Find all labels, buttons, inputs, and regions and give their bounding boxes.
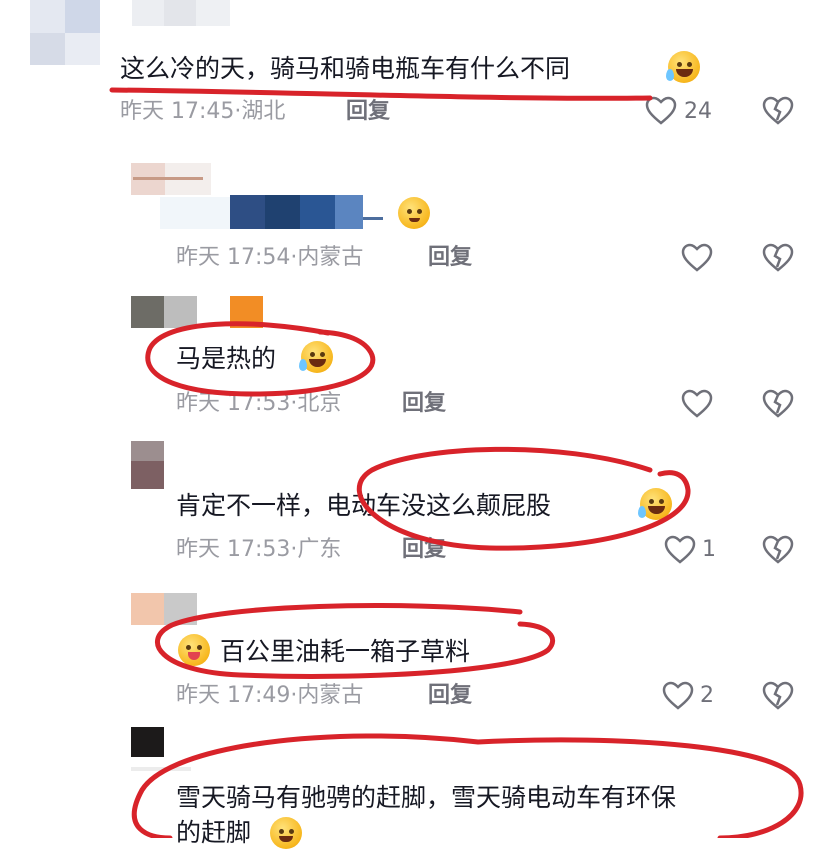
comment-text: 这么冷的天，骑马和骑电瓶车有什么不同 [120,54,571,83]
heart-outline-icon[interactable] [681,243,713,273]
comment-text-line2: 的赶脚 [176,818,252,847]
rofl-emoji [638,488,672,520]
like-count: 1 [702,537,716,562]
broken-heart-icon[interactable] [762,96,794,126]
like-count: 2 [700,683,714,708]
heart-outline-icon[interactable] [645,96,677,126]
comment-meta: 昨天 17:53·广东 [176,535,341,565]
like-count: 24 [684,99,712,124]
heart-outline-icon[interactable] [681,389,713,419]
username-blurred[interactable] [132,0,230,26]
location: 北京 [297,391,342,416]
reply-button[interactable]: 回复 [402,535,446,565]
timestamp: 昨天 17:49 [176,683,291,708]
rofl-emoji [299,341,333,373]
timestamp: 昨天 17:53 [176,391,291,416]
comment-text-blurred [160,195,385,231]
sweat-smile-emoji [270,817,302,849]
comment-text-line1: 雪天骑马有驰骋的赶脚，雪天骑电动车有环保 [176,783,677,812]
heart-outline-icon[interactable] [662,681,694,711]
username-blurred [131,767,191,773]
timestamp: 昨天 17:54 [176,245,291,270]
yummy-emoji [178,634,210,666]
timestamp: 昨天 17:45 [120,99,235,124]
comment-meta: 昨天 17:49·内蒙古 [176,681,363,711]
broken-heart-icon[interactable] [762,243,794,273]
comment-meta: 昨天 17:45·湖北 [120,97,285,127]
comment-text: 肯定不一样，电动车没这么颠屁股 [176,491,552,520]
broken-heart-icon[interactable] [762,389,794,419]
broken-heart-icon[interactable] [762,681,794,711]
location: 内蒙古 [297,683,364,708]
avatar[interactable] [131,727,164,757]
comment-meta: 昨天 17:54·内蒙古 [176,243,363,273]
avatar[interactable] [131,441,164,489]
avatar[interactable] [131,593,197,625]
comment-text: 马是热的 [176,344,277,373]
reply-button[interactable]: 回复 [428,243,472,273]
comment-meta: 昨天 17:53·北京 [176,389,341,419]
rofl-emoji [666,51,700,83]
comment-text: 百公里油耗一箱子草料 [220,637,471,666]
avatar[interactable] [30,0,100,65]
reply-button[interactable]: 回复 [346,97,390,127]
heart-outline-icon[interactable] [664,535,696,565]
location: 广东 [297,537,342,562]
reply-button[interactable]: 回复 [402,389,446,419]
timestamp: 昨天 17:53 [176,537,291,562]
avatar[interactable] [131,296,263,328]
avatar[interactable] [131,163,211,195]
sweat-smile-emoji [398,197,430,229]
reply-button[interactable]: 回复 [428,681,472,711]
location: 湖北 [241,99,286,124]
broken-heart-icon[interactable] [762,535,794,565]
location: 内蒙古 [297,245,364,270]
